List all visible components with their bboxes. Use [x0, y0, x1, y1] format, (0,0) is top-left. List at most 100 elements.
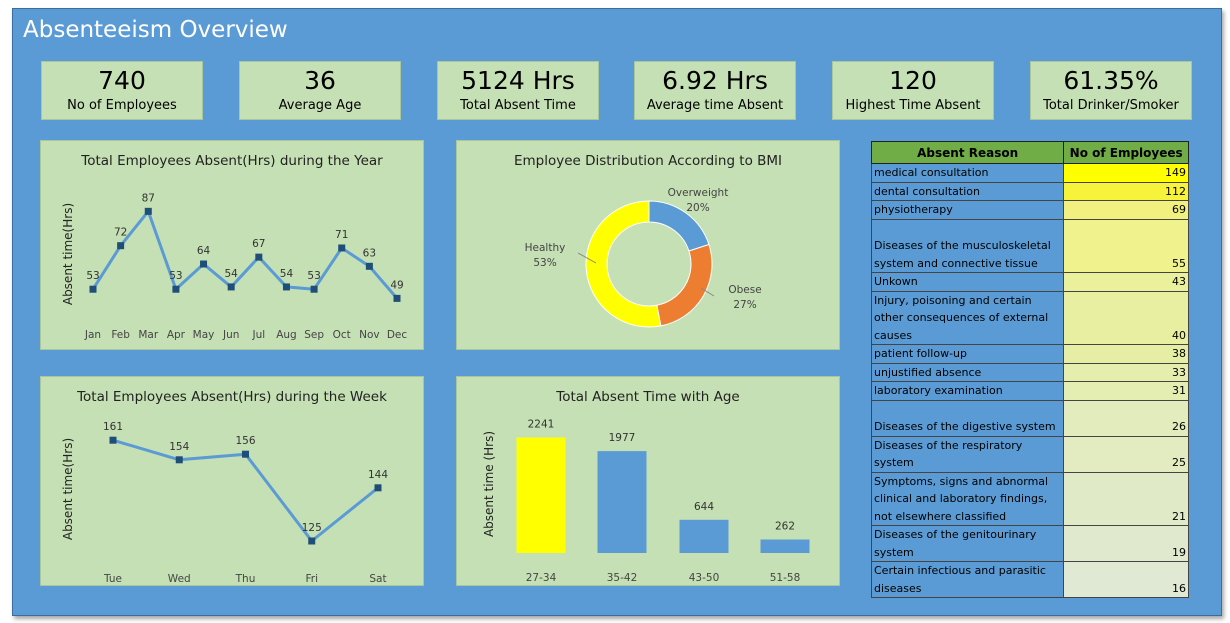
employee-count-cell: 40: [1063, 290, 1189, 345]
absent-reason-cell: medical consultation: [870, 163, 1065, 183]
table-row: Symptoms, signs and abnormal clinical and…: [870, 471, 1189, 526]
kpi-label: Total Absent Time: [460, 98, 576, 113]
data-label: 64: [197, 245, 211, 257]
data-label: 262: [775, 520, 795, 532]
y-axis-label: Absent time(Hrs): [61, 203, 75, 305]
data-point: [282, 283, 290, 291]
kpi-label: Highest Time Absent: [845, 98, 981, 113]
reason-line: dental consultation: [874, 184, 980, 198]
header-absent-reason: Absent Reason: [870, 141, 1065, 164]
table-row: unjustified absence 33: [870, 362, 1189, 382]
bmi-chart-panel: Employee Distribution According to BMI O…: [456, 140, 840, 350]
x-tick-label: 35-42: [607, 572, 638, 584]
table-row: medical consultation 149: [870, 163, 1189, 183]
data-label: 161: [103, 421, 123, 433]
x-tick-label: Oct: [333, 329, 351, 341]
x-tick-label: Wed: [168, 573, 191, 585]
slice-percent-label: 20%: [686, 202, 709, 214]
data-point: [393, 294, 401, 302]
absent-reason-cell: laboratory examination: [870, 381, 1065, 401]
kpi-drinker-smoker: 61.35% Total Drinker/Smoker: [1030, 61, 1192, 120]
data-point: [365, 262, 373, 270]
employee-count-cell: 25: [1063, 435, 1189, 473]
dashboard: Absenteeism Overview 740 No of Employees…: [12, 8, 1222, 616]
reason-line: laboratory examination: [874, 384, 1003, 397]
kpi-label: Average time Absent: [646, 98, 784, 113]
reason-line: Symptoms, signs and abnormal: [874, 474, 1049, 488]
slice-percent-label: 27%: [733, 299, 756, 311]
data-point: [338, 244, 346, 252]
data-point: [117, 242, 125, 250]
employee-count-cell: 33: [1063, 362, 1189, 382]
year-line-chart: 53 Jan 72 Feb 87 Mar 53 Apr 64 May 54 Jun 67 Jul 54 Aug…: [61, 192, 408, 341]
data-label: 53: [86, 270, 99, 282]
reason-line: Diseases of the genitourinary: [874, 528, 1037, 541]
absent-reason-cell: physiotherapy: [870, 200, 1065, 220]
data-label: 63: [363, 247, 376, 259]
kpi-highest-time-absent: 120 Highest Time Absent: [832, 61, 994, 120]
data-point: [175, 456, 183, 464]
year-chart-panel: Total Employees Absent(Hrs) during the Y…: [40, 140, 424, 350]
reason-line: causes: [874, 328, 912, 342]
data-label: 87: [142, 192, 155, 204]
absent-reason-cell: Certain infectious and parasitic diseases: [870, 561, 1065, 598]
x-tick-label: Jul: [251, 329, 265, 341]
data-label: 54: [280, 268, 294, 280]
week-line-chart: 161 Tue 154 Wed 156 Thu 125 Fri 144 Sat Absent tim…: [61, 421, 388, 585]
reason-line: system: [874, 545, 914, 559]
data-label: 154: [169, 441, 189, 453]
reason-line: Unkown: [874, 275, 918, 288]
employee-count-cell: 26: [1063, 399, 1189, 437]
x-tick-label: 51-58: [770, 572, 801, 584]
x-tick-label: Fri: [305, 573, 318, 585]
bar: [760, 539, 810, 553]
absent-reason-cell: dental consultation: [870, 181, 1065, 201]
data-point: [374, 484, 382, 492]
reason-line: Diseases of the respiratory: [874, 438, 1023, 452]
kpi-value: 6.92 Hrs: [662, 66, 768, 95]
absent-reason-cell: Diseases of the genitourinary system: [870, 525, 1065, 562]
reason-line: [874, 401, 1061, 419]
table-row: Injury, poisoning and certain other conse…: [870, 290, 1189, 345]
x-tick-label: Thu: [235, 573, 256, 585]
x-tick-label: Dec: [387, 329, 408, 341]
employee-count-cell: 69: [1063, 200, 1189, 220]
employee-count-cell: 31: [1063, 381, 1189, 401]
reason-line: medical consultation: [874, 166, 989, 179]
reason-line: clinical and laboratory findings,: [874, 492, 1048, 505]
employee-count-cell: 21: [1063, 471, 1189, 526]
kpi-label: Average Age: [278, 98, 362, 113]
absent-reason-cell: Diseases of the digestive system: [870, 399, 1065, 437]
absent-reason-cell: unjustified absence: [870, 362, 1065, 382]
dashboard-title: Absenteeism Overview: [23, 17, 288, 43]
y-axis-label: Absent time(Hrs): [61, 438, 75, 540]
x-tick-label: May: [193, 329, 215, 341]
data-label: 144: [368, 469, 388, 481]
x-tick-label: Tue: [103, 573, 122, 585]
x-tick-label: Feb: [111, 329, 130, 341]
data-label: 156: [235, 435, 255, 447]
kpi-label: Total Drinker/Smoker: [1043, 98, 1179, 113]
reason-line: physiotherapy: [874, 203, 953, 216]
kpi-total-absent-time: 5124 Hrs Total Absent Time: [437, 61, 599, 120]
kpi-label: No of Employees: [67, 98, 177, 113]
data-point: [200, 260, 208, 268]
data-point: [242, 450, 249, 458]
data-label: 67: [252, 238, 265, 250]
reason-line: Diseases of the digestive system: [874, 420, 1056, 433]
bmi-donut-chart: Overweight 20% Obese 27% Healthy 53%: [525, 187, 762, 328]
x-tick-label: Nov: [359, 329, 380, 341]
slice-name-label: Overweight: [668, 187, 729, 199]
data-point: [308, 537, 316, 545]
x-tick-label: Aug: [276, 329, 297, 341]
kpi-employees: 740 No of Employees: [41, 61, 203, 120]
employee-count-cell: 38: [1063, 344, 1189, 364]
data-label: 644: [694, 501, 714, 513]
kpi-average-time-absent: 6.92 Hrs Average time Absent: [634, 61, 796, 120]
reason-line: diseases: [874, 581, 922, 595]
y-axis-label: Absent time (Hrs): [482, 431, 496, 537]
reason-line: [874, 220, 1061, 238]
x-tick-label: Sep: [304, 329, 324, 341]
data-label: 125: [302, 522, 322, 534]
x-tick-label: Mar: [138, 329, 158, 341]
